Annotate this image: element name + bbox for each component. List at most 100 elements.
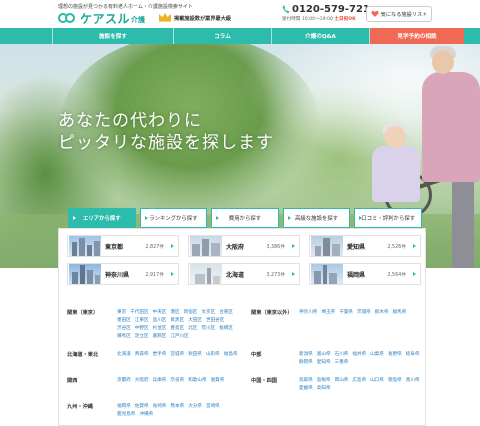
city-link[interactable]: 高知県 bbox=[317, 385, 331, 392]
city-link[interactable]: 長崎県 bbox=[153, 403, 167, 410]
city-link[interactable]: 江戸川区 bbox=[170, 333, 188, 340]
city-link[interactable]: 福岡県 bbox=[117, 403, 131, 410]
city-link[interactable]: 中野区 bbox=[135, 325, 149, 332]
city-link[interactable]: 山形県 bbox=[206, 351, 220, 358]
pref-card-fukuoka[interactable]: 福岡県 2,564件 bbox=[309, 263, 421, 285]
chevron-right-icon bbox=[413, 244, 416, 248]
city-link[interactable]: 板橋区 bbox=[219, 325, 233, 332]
city-link[interactable]: 沖縄県 bbox=[139, 411, 153, 418]
city-link[interactable]: 東京 bbox=[117, 309, 126, 316]
city-link[interactable]: 岐阜県 bbox=[406, 351, 420, 358]
city-link[interactable]: 岩手県 bbox=[153, 351, 167, 358]
city-link[interactable]: 佐賀県 bbox=[135, 403, 149, 410]
region-kanto-tokyo: 関東（東京） 東京 千代田区 中央区 港区 新宿区 文京区 台東区墨田区 江東区 品川区 目黒区大… bbox=[67, 309, 247, 341]
city-link[interactable]: 墨田区 bbox=[117, 317, 131, 324]
city-link[interactable]: 石川県 bbox=[335, 351, 349, 358]
city-link[interactable]: 山梨県 bbox=[370, 351, 384, 358]
pref-card-osaka[interactable]: 大阪府 3,386件 bbox=[188, 235, 300, 257]
city-link[interactable]: 香川県 bbox=[406, 377, 420, 384]
city-link[interactable]: 熊本県 bbox=[170, 403, 184, 410]
city-link[interactable]: 京都府 bbox=[117, 377, 131, 384]
city-link[interactable]: 新潟県 bbox=[299, 351, 313, 358]
city-link[interactable]: 徳島県 bbox=[388, 377, 402, 384]
city-link[interactable]: 和歌山県 bbox=[188, 377, 206, 384]
tab-ranking[interactable]: ランキングから探す bbox=[139, 208, 208, 228]
hero-title: あなたの代わりに ピッタリな施設を探します bbox=[58, 110, 274, 154]
nav-visit-reservation[interactable]: 見学予約の相談 bbox=[370, 28, 464, 44]
chevron-right-icon bbox=[292, 244, 295, 248]
tab-area[interactable]: エリアから探す bbox=[68, 208, 136, 228]
city-link[interactable]: 文京区 bbox=[201, 309, 215, 316]
pref-card-aichi[interactable]: 愛知県 2,526件 bbox=[309, 235, 421, 257]
pref-card-hokkaido[interactable]: 北海道 3,273件 bbox=[188, 263, 300, 285]
city-link[interactable]: 足立区 bbox=[135, 333, 149, 340]
aichi-photo bbox=[311, 236, 343, 256]
city-link[interactable]: 大阪府 bbox=[135, 377, 149, 384]
city-link[interactable]: 荒川区 bbox=[201, 325, 215, 332]
city-link[interactable]: 山口県 bbox=[370, 377, 384, 384]
city-link[interactable]: 岡山県 bbox=[335, 377, 349, 384]
phone-ok-badge: 土日祝OK bbox=[334, 17, 356, 22]
city-link[interactable]: 埼玉県 bbox=[321, 309, 335, 316]
city-link[interactable]: 台東区 bbox=[219, 309, 233, 316]
city-link[interactable]: 三重県 bbox=[335, 359, 349, 366]
osaka-photo bbox=[190, 236, 222, 256]
region-name: 関東（東京） bbox=[67, 310, 99, 316]
city-link[interactable]: 世田谷区 bbox=[206, 317, 224, 324]
nav-column[interactable]: コラム bbox=[174, 28, 272, 44]
city-link[interactable]: 葛飾区 bbox=[153, 333, 167, 340]
city-link[interactable]: 杉並区 bbox=[153, 325, 167, 332]
nav-care-qa[interactable]: 介護のQ&A bbox=[272, 28, 370, 44]
city-link[interactable]: 富山県 bbox=[317, 351, 331, 358]
city-link[interactable]: 渋谷区 bbox=[117, 325, 131, 332]
site-logo[interactable]: ケアスル 介護 bbox=[58, 10, 145, 26]
city-link[interactable]: 福井県 bbox=[352, 351, 366, 358]
city-link[interactable]: 豊島区 bbox=[170, 325, 184, 332]
tab-cost[interactable]: 費用から探す bbox=[211, 208, 279, 228]
city-link[interactable]: 愛知県 bbox=[317, 359, 331, 366]
city-link[interactable]: 中央区 bbox=[153, 309, 167, 316]
nav-find-facility[interactable]: 施設を探す bbox=[52, 28, 174, 44]
city-link[interactable]: 群馬県 bbox=[393, 309, 407, 316]
city-link[interactable]: 北海道 bbox=[117, 351, 131, 358]
city-link[interactable]: 広島県 bbox=[352, 377, 366, 384]
city-link[interactable]: 宮崎県 bbox=[206, 403, 220, 410]
city-link[interactable]: 青森県 bbox=[135, 351, 149, 358]
region-name: 中部 bbox=[251, 352, 262, 358]
city-link[interactable]: 神奈川県 bbox=[299, 309, 317, 316]
city-link[interactable]: 港区 bbox=[170, 309, 179, 316]
city-link[interactable]: 福島県 bbox=[224, 351, 238, 358]
city-link[interactable]: 千代田区 bbox=[130, 309, 148, 316]
city-link[interactable]: 鹿児島県 bbox=[117, 411, 135, 418]
city-link[interactable]: 江東区 bbox=[135, 317, 149, 324]
city-link[interactable]: 島根県 bbox=[317, 377, 331, 384]
city-link[interactable]: 茨城県 bbox=[357, 309, 371, 316]
phone-contact[interactable]: 0120-579-721 bbox=[282, 4, 370, 15]
city-link[interactable]: 北区 bbox=[188, 325, 197, 332]
city-link[interactable]: 品川区 bbox=[153, 317, 167, 324]
city-link[interactable]: 大田区 bbox=[188, 317, 202, 324]
global-nav: 施設を探す コラム 介護のQ&A 見学予約の相談 bbox=[0, 28, 480, 44]
city-link[interactable]: 静岡県 bbox=[299, 359, 313, 366]
city-link[interactable]: 奈良県 bbox=[170, 377, 184, 384]
city-link[interactable]: 鳥取県 bbox=[299, 377, 313, 384]
city-link[interactable]: 愛媛県 bbox=[299, 385, 313, 392]
tab-luxury[interactable]: 高級な施設を探す bbox=[282, 208, 351, 228]
favorite-list-button[interactable]: 気になる施設リスト bbox=[366, 6, 432, 22]
phone-hours: 受付時間 10:00～19:00 土日祝OK bbox=[282, 16, 356, 22]
city-link[interactable]: 栃木県 bbox=[375, 309, 389, 316]
city-link[interactable]: 秋田県 bbox=[188, 351, 202, 358]
city-link[interactable]: 兵庫県 bbox=[153, 377, 167, 384]
city-link[interactable]: 滋賀県 bbox=[211, 377, 225, 384]
pref-card-tokyo[interactable]: 東京都 2,827件 bbox=[67, 235, 179, 257]
city-link[interactable]: 練馬区 bbox=[117, 333, 131, 340]
city-link[interactable]: 長野県 bbox=[388, 351, 402, 358]
city-link[interactable]: 目黒区 bbox=[170, 317, 184, 324]
tab-reviews[interactable]: 口コミ・評判から探す bbox=[354, 208, 422, 228]
region-city-list: 鳥取県 島根県 岡山県 広島県 山口県 徳島県 香川県愛媛県 高知県 bbox=[299, 377, 423, 392]
city-link[interactable]: 宮城県 bbox=[170, 351, 184, 358]
city-link[interactable]: 新宿区 bbox=[184, 309, 198, 316]
city-link[interactable]: 千葉県 bbox=[339, 309, 353, 316]
pref-card-kanagawa[interactable]: 神奈川県 2,917件 bbox=[67, 263, 179, 285]
city-link[interactable]: 大分県 bbox=[188, 403, 202, 410]
